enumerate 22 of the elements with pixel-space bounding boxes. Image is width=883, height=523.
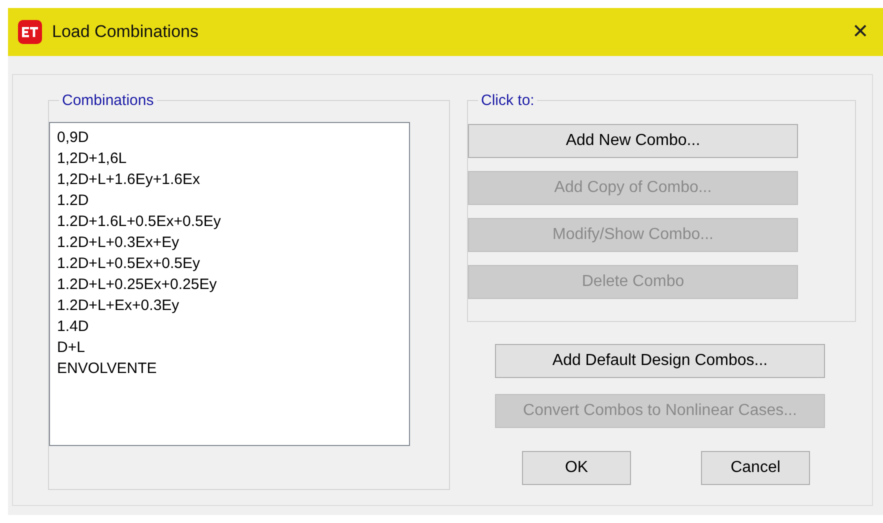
list-item[interactable]: 1.2D+1.6L+0.5Ex+0.5Ey [55,211,404,232]
action-button[interactable]: Add New Combo... [468,124,798,158]
list-item[interactable]: 1,2D+1,6L [55,148,404,169]
close-button[interactable]: ✕ [848,22,873,42]
group-label: Click to: [480,93,536,108]
combinations-listbox[interactable]: 0,9D 1,2D+1,6L 1,2D+L+1.6Ey+1.6Ex 1.2D 1.2D+1.6L+0.5Ex+0.5Ey 1.2D+L+0.3Ex+Ey 1.2D+L+0.5Ex+0.5Ey 1.2D+L+0.25Ex+0.25Ey 1.2D+L+Ex+0.3Ey 1.4D D+L ENVOLVENTE [49,122,410,446]
list-item[interactable]: 0,9D [55,127,404,148]
list-item[interactable]: 1,2D+L+1.6Ey+1.6Ex [55,169,404,190]
action-button[interactable]: Add Default Design Combos... [495,344,825,378]
list-item[interactable]: 1.2D+L+0.25Ex+0.25Ey [55,274,404,295]
group-label: Combinations [61,93,155,108]
list-item[interactable]: ENVOLVENTE [55,358,404,379]
list-item[interactable]: 1.2D+L+0.5Ex+0.5Ey [55,253,404,274]
cancel-button[interactable]: Cancel [701,451,810,485]
list-item[interactable]: 1.4D [55,316,404,337]
list-item[interactable]: 1.2D [55,190,404,211]
list-item[interactable]: 1.2D+L+Ex+0.3Ey [55,295,404,316]
ok-button[interactable]: OK [522,451,631,485]
list-item[interactable]: 1.2D+L+0.3Ex+Ey [55,232,404,253]
app-logo-icon [18,20,42,44]
window-title: Load Combinations [52,21,198,44]
list-item[interactable]: D+L [55,337,404,358]
